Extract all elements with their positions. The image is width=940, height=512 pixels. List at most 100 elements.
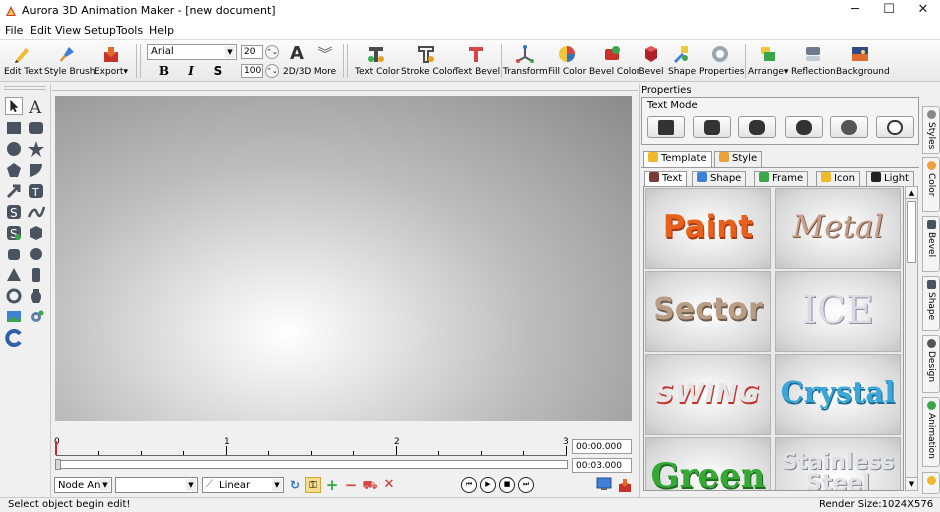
bold-button[interactable]: B bbox=[153, 64, 175, 78]
font-size-spinner[interactable]: ⌃⌄ bbox=[265, 45, 279, 59]
reflection-button[interactable]: Reflection bbox=[791, 42, 836, 80]
menu-file[interactable]: File bbox=[5, 24, 23, 37]
style-brush-button[interactable]: Style Brush bbox=[44, 42, 95, 80]
template-tile-crystal[interactable]: Crystal bbox=[775, 354, 901, 435]
menu-setup[interactable]: Setup bbox=[84, 24, 116, 37]
menu-tools[interactable]: Tools bbox=[116, 24, 143, 37]
tube-tool-icon[interactable] bbox=[27, 266, 45, 284]
rounded-rectangle-tool-icon[interactable] bbox=[27, 119, 45, 137]
delete-icon[interactable]: ✕ bbox=[381, 477, 397, 493]
text-mode-round-button[interactable] bbox=[785, 116, 823, 138]
toggle-2d3d-button[interactable]: A 2D/3D bbox=[283, 42, 311, 80]
close-button[interactable]: ✕ bbox=[906, 0, 940, 22]
preview-monitor-icon[interactable] bbox=[596, 477, 612, 491]
text-mode-flat-button[interactable] bbox=[647, 116, 685, 138]
current-time-field[interactable]: 00:00.000 bbox=[572, 439, 632, 454]
text-mode-bevel-button[interactable] bbox=[738, 116, 776, 138]
cube-tool-icon[interactable] bbox=[27, 224, 45, 242]
tab-style[interactable]: Style bbox=[714, 151, 763, 167]
text-color-button[interactable]: Text Color bbox=[355, 42, 400, 80]
animation-select[interactable]: ▼ bbox=[115, 477, 198, 493]
side-tab-color[interactable]: Color bbox=[922, 157, 940, 212]
remove-keyframe-icon[interactable]: − bbox=[343, 477, 359, 493]
more-button[interactable]: ︾ More bbox=[313, 42, 337, 80]
tab-template[interactable]: Template bbox=[643, 151, 712, 167]
template-tile-sector[interactable]: Sector bbox=[645, 271, 771, 352]
italic-button[interactable]: I bbox=[180, 64, 202, 78]
gallery-scroll-thumb[interactable] bbox=[907, 201, 916, 263]
export-button[interactable]: Export▾ bbox=[93, 42, 129, 80]
refresh-icon[interactable]: ↻ bbox=[287, 477, 303, 493]
side-tab-design[interactable]: Design bbox=[922, 335, 940, 393]
key-icon[interactable]: ⚿ bbox=[305, 477, 321, 493]
template-tile-stainless-steel[interactable]: Stainless Steel bbox=[775, 437, 901, 490]
template-tile-green[interactable]: Green bbox=[645, 437, 771, 490]
total-time-field[interactable]: 00:03.000 bbox=[572, 458, 632, 473]
scene-canvas[interactable] bbox=[55, 96, 632, 421]
tab-shape[interactable]: Shape bbox=[692, 171, 747, 187]
template-tile-metal[interactable]: Metal bbox=[775, 188, 901, 269]
timeline-ruler[interactable] bbox=[56, 455, 567, 456]
font-scale-input[interactable]: 100 bbox=[241, 64, 263, 78]
path-tool-icon[interactable] bbox=[27, 203, 45, 221]
maximize-button[interactable]: ☐ bbox=[872, 0, 906, 22]
cylinder-tool-icon[interactable] bbox=[5, 245, 23, 263]
image-tool-icon[interactable] bbox=[5, 308, 23, 326]
side-tab-more[interactable] bbox=[922, 472, 940, 494]
side-tab-styles[interactable]: Styles bbox=[922, 106, 940, 154]
arrow-tool-icon[interactable] bbox=[5, 182, 23, 200]
go-start-icon[interactable]: ⏮ bbox=[461, 477, 477, 493]
font-scale-spinner[interactable]: ⌃⌄ bbox=[265, 64, 279, 78]
curved-shape-tool-icon[interactable] bbox=[27, 161, 45, 179]
circle-tool-icon[interactable] bbox=[5, 140, 23, 158]
shape-button[interactable]: Shape bbox=[668, 42, 696, 80]
s-shape-tool-icon[interactable]: S bbox=[5, 203, 23, 221]
sphere-tool-icon[interactable] bbox=[27, 245, 45, 263]
scroll-down-icon[interactable]: ▼ bbox=[906, 477, 917, 490]
text-bevel-button[interactable]: Text Bevel bbox=[454, 42, 500, 80]
select-arrow-icon[interactable] bbox=[5, 97, 23, 115]
font-family-select[interactable]: Arial ▼ bbox=[147, 44, 237, 60]
properties-button[interactable]: Properties bbox=[699, 42, 744, 80]
scroll-up-icon[interactable]: ▲ bbox=[906, 187, 917, 199]
side-tab-bevel[interactable]: Bevel bbox=[922, 216, 940, 272]
side-tab-animation[interactable]: Animation bbox=[922, 397, 940, 467]
stop-icon[interactable]: ■ bbox=[499, 477, 515, 493]
gear-icon[interactable] bbox=[27, 308, 45, 326]
timeline-scrollbar[interactable] bbox=[55, 460, 568, 469]
text-mode-ring-button[interactable] bbox=[830, 116, 868, 138]
fill-color-button[interactable]: Fill Color bbox=[548, 42, 586, 80]
ring-tool-icon[interactable] bbox=[5, 287, 23, 305]
background-button[interactable]: Background bbox=[836, 42, 890, 80]
rectangle-tool-icon[interactable] bbox=[5, 119, 23, 137]
timeline-scroll-thumb[interactable] bbox=[55, 459, 61, 470]
bevel-button[interactable]: Bevel bbox=[638, 42, 664, 80]
text-mode-outline-button[interactable] bbox=[876, 116, 914, 138]
node-ani-select[interactable]: Node Ani ▼ bbox=[54, 477, 112, 493]
menu-edit[interactable]: Edit bbox=[30, 24, 51, 37]
export-video-icon[interactable] bbox=[617, 477, 633, 493]
tab-light[interactable]: Light bbox=[866, 171, 914, 187]
template-tile-ice[interactable]: ICE bbox=[775, 271, 901, 352]
menu-view[interactable]: View bbox=[55, 24, 81, 37]
tab-text[interactable]: Text bbox=[644, 171, 688, 187]
pentagon-tool-icon[interactable] bbox=[5, 161, 23, 179]
play-icon[interactable]: ▶ bbox=[480, 477, 496, 493]
text-tool-icon[interactable]: A bbox=[27, 97, 45, 115]
text-mode-extrude-button[interactable] bbox=[693, 116, 731, 138]
image-shape-tool-icon[interactable]: S bbox=[5, 224, 23, 242]
font-size-input[interactable]: 20 bbox=[241, 45, 263, 59]
side-tab-shape[interactable]: Shape bbox=[922, 276, 940, 331]
go-end-icon[interactable]: ⏭ bbox=[518, 477, 534, 493]
cone-tool-icon[interactable] bbox=[5, 266, 23, 284]
arrange-button[interactable]: Arrange▾ bbox=[748, 42, 788, 80]
tab-icon[interactable]: Icon bbox=[816, 171, 860, 187]
interpolation-select[interactable]: ⟋ Linear ▼ bbox=[202, 477, 284, 493]
minimize-button[interactable]: ─ bbox=[838, 0, 872, 22]
template-tile-paint[interactable]: Paint bbox=[645, 188, 771, 269]
clear-keyframes-icon[interactable]: ⛟ bbox=[362, 477, 378, 493]
playhead-marker[interactable] bbox=[55, 441, 57, 455]
add-keyframe-icon[interactable]: + bbox=[324, 477, 340, 493]
stroke-color-button[interactable]: Stroke Color bbox=[401, 42, 456, 80]
arc-tool-icon[interactable] bbox=[5, 329, 23, 347]
